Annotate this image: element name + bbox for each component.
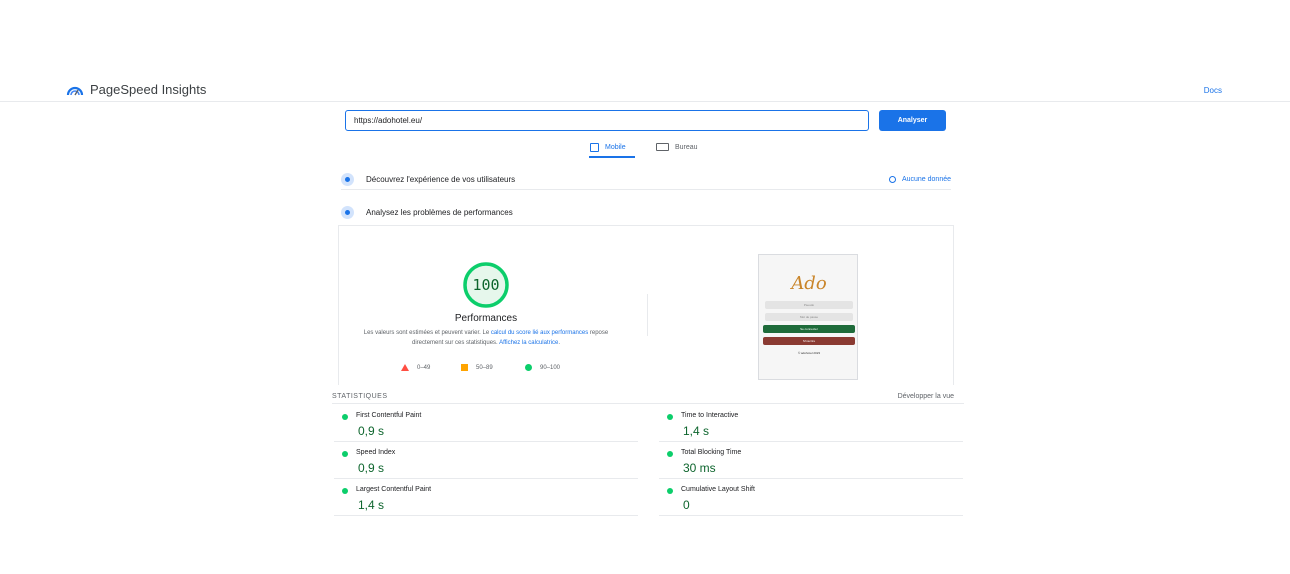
performance-label: Performances	[454, 313, 518, 324]
metric-value: 0,9 s	[358, 424, 385, 438]
pass-dot-icon	[667, 488, 673, 494]
performance-score: 100	[472, 276, 500, 294]
metric-name: Largest Contentful Paint	[356, 486, 432, 493]
users-icon	[341, 172, 354, 186]
fail-triangle-icon	[401, 364, 409, 371]
pass-dot-icon	[667, 451, 673, 457]
preview-signup-button: S'inscrire	[763, 337, 855, 345]
brand[interactable]: PageSpeed Insights	[66, 82, 206, 97]
score-calc-link[interactable]: calcul du score lié aux performances	[491, 330, 588, 336]
calculator-link[interactable]: Affichez la calculatrice	[499, 340, 558, 346]
legend-fail-range: 0–49	[417, 364, 431, 371]
analyze-button[interactable]: Analyser	[879, 110, 946, 131]
docs-link[interactable]: Docs	[1204, 86, 1222, 95]
metric-value: 0	[683, 498, 690, 512]
pass-dot-icon	[342, 451, 348, 457]
pass-dot-icon	[667, 414, 673, 420]
stats-divider	[332, 403, 964, 404]
metric-name: Time to Interactive	[681, 412, 739, 419]
tab-mobile-label: Mobile	[605, 144, 626, 151]
metric-name: Total Blocking Time	[681, 449, 742, 456]
tab-desktop[interactable]: Bureau	[656, 143, 698, 151]
metric-name: Cumulative Layout Shift	[681, 486, 755, 493]
metric-value: 30 ms	[683, 461, 716, 475]
metric-tti: Time to Interactive 1,4 s	[659, 405, 963, 442]
performance-panel	[338, 225, 954, 385]
legend-average: 50–89	[461, 364, 493, 371]
legend-fail: 0–49	[401, 364, 430, 371]
panel-divider	[647, 294, 648, 336]
stats-label: STATISTIQUES	[332, 393, 388, 400]
metric-value: 1,4 s	[358, 498, 385, 512]
pass-dot-icon	[342, 488, 348, 494]
url-input[interactable]	[345, 110, 869, 131]
expand-view-toggle[interactable]: Développer la vue	[898, 393, 954, 400]
legend-pass-range: 90–100	[540, 364, 561, 371]
metric-speed-index: Speed Index 0,9 s	[334, 442, 638, 479]
desc-suffix: .	[558, 340, 560, 346]
experience-section[interactable]: Découvrez l'expérience de vos utilisateu…	[341, 169, 951, 190]
page-screenshot-preview: Ado Pseudo Mot de passe Se connecter S'i…	[758, 254, 858, 380]
mobile-icon	[590, 143, 599, 152]
metric-lcp: Largest Contentful Paint 1,4 s	[334, 479, 638, 516]
top-header: PageSpeed Insights Docs	[0, 76, 1290, 102]
preview-field-password: Mot de passe	[765, 313, 853, 321]
active-tab-indicator	[589, 156, 635, 158]
desc-prefix: Les valeurs sont estimées et peuvent var…	[363, 330, 491, 336]
no-data-indicator[interactable]: Aucune donnée	[888, 175, 951, 183]
legend-pass: 90–100	[525, 364, 560, 371]
legend-average-range: 50–89	[476, 364, 493, 371]
metric-fcp: First Contentful Paint 0,9 s	[334, 405, 638, 442]
pass-circle-icon	[525, 364, 532, 371]
desktop-icon	[656, 143, 669, 151]
metric-value: 0,9 s	[358, 461, 385, 475]
preview-field-username: Pseudo	[765, 301, 853, 309]
metric-tbt: Total Blocking Time 30 ms	[659, 442, 963, 479]
site-logo: Ado	[791, 273, 827, 294]
metric-name: Speed Index	[356, 449, 396, 456]
performance-title: Analysez les problèmes de performances	[366, 207, 513, 217]
brand-title: PageSpeed Insights	[90, 82, 207, 97]
score-description: Les valeurs sont estimées et peuvent var…	[356, 328, 616, 348]
metric-cls: Cumulative Layout Shift 0	[659, 479, 963, 516]
info-icon	[888, 175, 896, 183]
preview-login-button: Se connecter	[763, 325, 855, 333]
pagespeed-logo-icon	[66, 86, 84, 95]
average-square-icon	[461, 364, 468, 371]
metric-value: 1,4 s	[683, 424, 710, 438]
metric-name: First Contentful Paint	[356, 412, 422, 419]
pass-dot-icon	[342, 414, 348, 420]
preview-footer: © adohotel 2023	[797, 351, 821, 355]
tab-desktop-label: Bureau	[675, 143, 698, 151]
performance-icon	[341, 205, 354, 219]
no-data-label: Aucune donnée	[901, 175, 951, 183]
performance-section: Analysez les problèmes de performances	[341, 204, 951, 220]
tab-mobile[interactable]: Mobile	[590, 143, 626, 152]
experience-title: Découvrez l'expérience de vos utilisateu…	[366, 174, 516, 184]
